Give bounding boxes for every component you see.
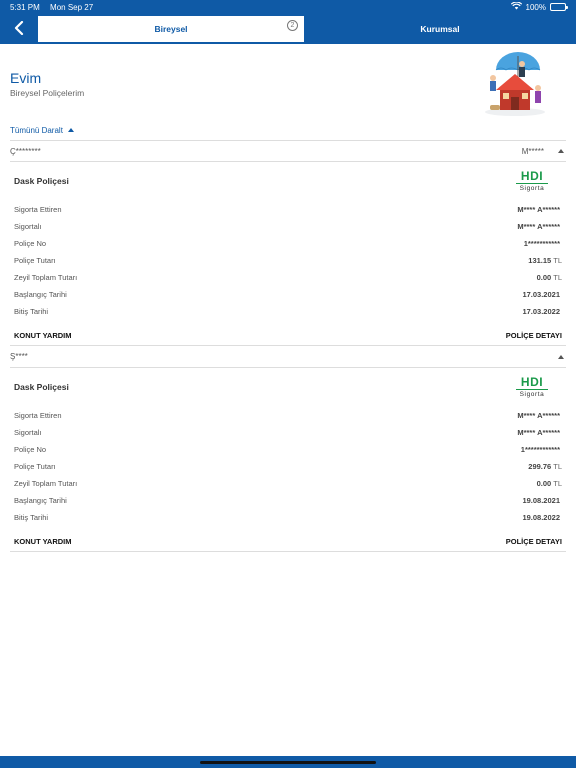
home-indicator[interactable] [200, 760, 376, 764]
policy-type: Dask Poliçesi [14, 382, 69, 392]
tab-bireysel[interactable]: Bireysel 2 [38, 16, 304, 42]
hdi-sigorta-logo: HDI Sigorta [516, 170, 548, 192]
family-house-umbrella-illustration [485, 52, 545, 116]
policy-row: Bitiş Tarihi 17.03.2022 [14, 307, 560, 316]
policy-row: Poliçe Tutarı 299.76 TL [14, 462, 562, 471]
konut-yardim-button[interactable]: KONUT YARDIM [14, 537, 72, 546]
battery-percent: 100% [525, 2, 546, 12]
policy-group-header[interactable]: Ç******** M***** [10, 140, 566, 162]
battery-icon [550, 3, 568, 11]
tab-label: Kurumsal [420, 24, 460, 34]
konut-yardim-button[interactable]: KONUT YARDIM [14, 331, 72, 340]
policy-row: Poliçe Tutarı 131.15 TL [14, 256, 562, 265]
policy-actions: KONUT YARDIM POLİÇE DETAYI [10, 326, 566, 346]
collapse-all-button[interactable]: Tümünü Daralt [0, 120, 576, 140]
caret-up-icon [558, 149, 564, 153]
back-button[interactable] [0, 14, 38, 44]
policy-group-right-text: M***** [521, 146, 544, 156]
policy-row: Zeyil Toplam Tutarı 0.00 TL [14, 479, 562, 488]
policy-group: Ç******** M***** Dask Poliçesi HDI Sigor… [0, 140, 576, 346]
chevron-left-icon [14, 18, 24, 41]
policy-row: Başlangıç Tarihi 17.03.2021 [14, 290, 560, 299]
nav-bar: Bireysel 2 Kurumsal [0, 14, 576, 44]
policy-row: Bitiş Tarihi 19.08.2022 [14, 513, 560, 522]
tab-kurumsal[interactable]: Kurumsal [304, 14, 576, 44]
policy-card: Dask Poliçesi HDI Sigorta Sigorta Ettire… [14, 368, 562, 526]
policy-row: Sigortalı M**** A****** [14, 428, 560, 437]
hdi-sigorta-logo: HDI Sigorta [516, 376, 548, 398]
caret-up-icon [558, 354, 564, 359]
policy-group-header[interactable]: Ş**** [10, 346, 566, 368]
status-bar: 5:31 PM Mon Sep 27 100% [0, 0, 576, 14]
policy-row: Sigorta Ettiren M**** A****** [14, 205, 560, 214]
policy-row: Poliçe No 1*********** [14, 239, 560, 248]
policy-row: Poliçe No 1************ [14, 445, 560, 454]
policy-owner: Ş**** [10, 352, 28, 361]
policy-group: Ş**** Dask Poliçesi HDI Sigorta Sigorta … [0, 346, 576, 552]
policy-detail-button[interactable]: POLİÇE DETAYI [506, 537, 562, 546]
policy-detail-button[interactable]: POLİÇE DETAYI [506, 331, 562, 340]
policy-type: Dask Poliçesi [14, 176, 69, 186]
policy-row: Başlangıç Tarihi 19.08.2021 [14, 496, 560, 505]
policy-row: Zeyil Toplam Tutarı 0.00 TL [14, 273, 562, 282]
wifi-icon [510, 1, 522, 12]
bottom-bar [0, 756, 576, 768]
tab-label: Bireysel [154, 24, 188, 34]
policy-owner: Ç******** [10, 146, 41, 156]
policy-card: Dask Poliçesi HDI Sigorta Sigorta Ettire… [14, 162, 562, 320]
page-header: Evim Bireysel Poliçelerim [0, 44, 576, 120]
policy-actions: KONUT YARDIM POLİÇE DETAYI [10, 532, 566, 552]
status-time: 5:31 PM [10, 2, 40, 12]
policy-row: Sigortalı M**** A****** [14, 222, 560, 231]
caret-up-icon [67, 128, 74, 132]
collapse-all-label: Tümünü Daralt [10, 125, 63, 135]
tab-badge-count: 2 [287, 20, 298, 31]
status-date: Mon Sep 27 [50, 2, 94, 12]
policy-row: Sigorta Ettiren M**** A****** [14, 411, 560, 420]
